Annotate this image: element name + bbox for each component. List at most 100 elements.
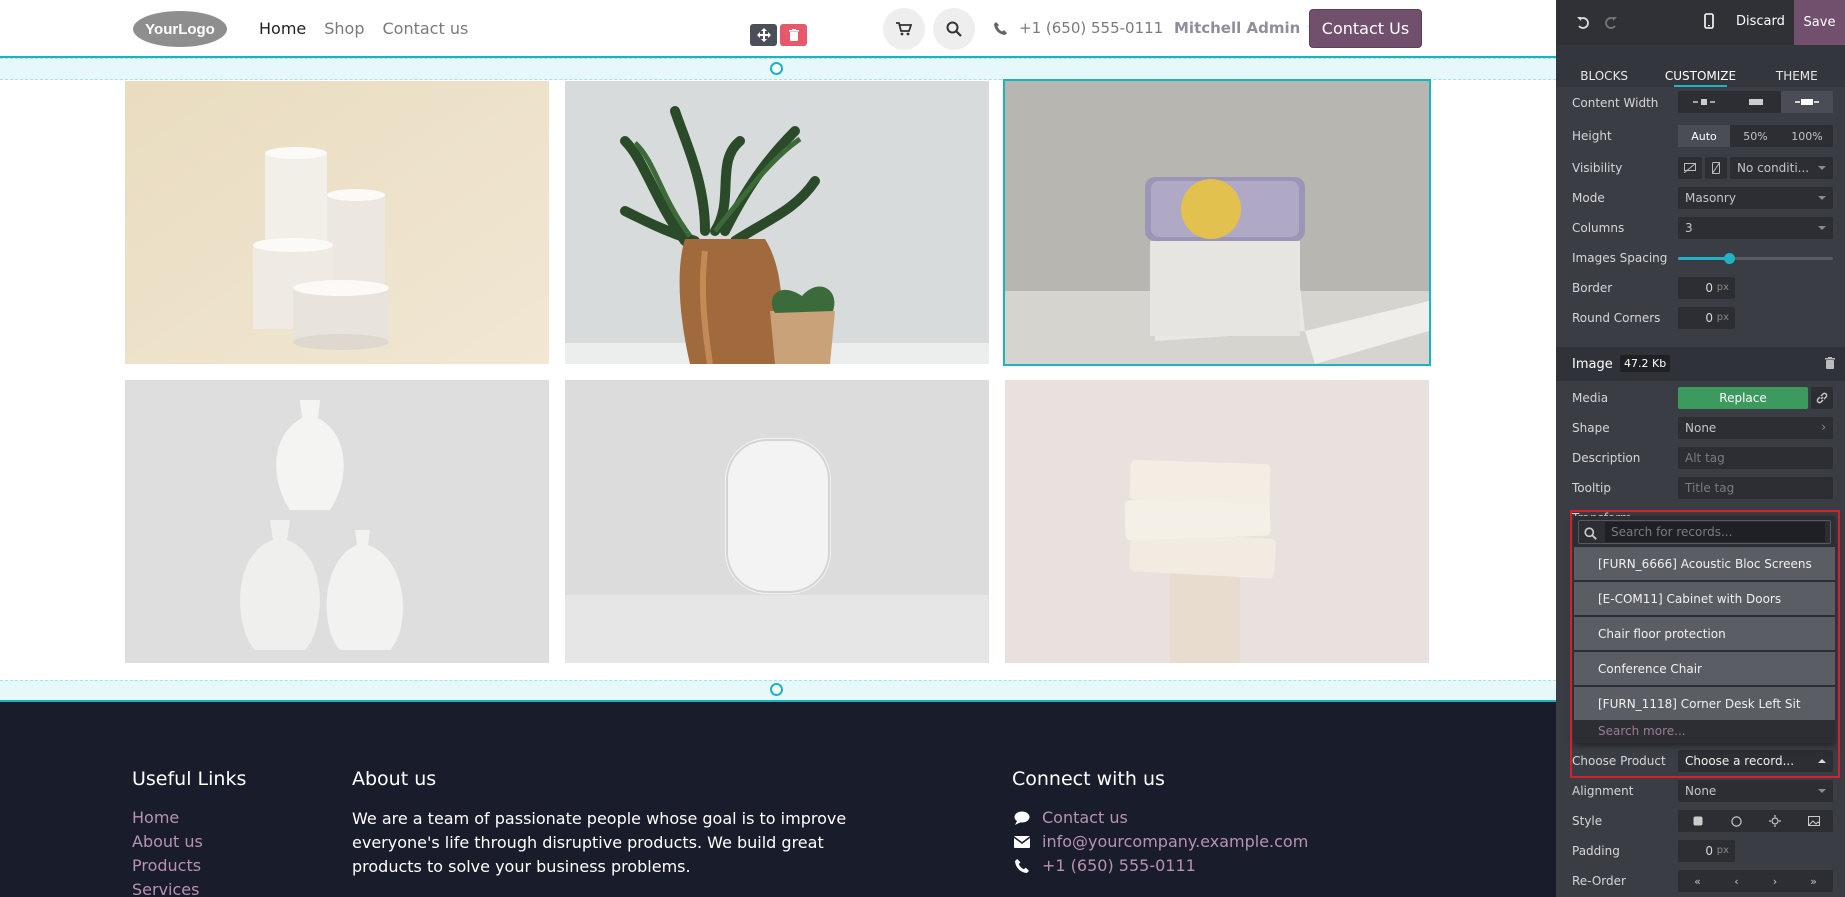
style-thumbnail-icon[interactable]: [1794, 810, 1833, 832]
mobile-preview-icon[interactable]: [1704, 13, 1714, 32]
visibility-select[interactable]: No conditi...: [1730, 157, 1833, 179]
tab-customize[interactable]: CUSTOMIZE: [1652, 45, 1748, 87]
header-phone-text: +1 (650) 555-0111: [1019, 19, 1164, 37]
record-option[interactable]: Conference Chair: [1574, 651, 1835, 685]
height-50[interactable]: 50%: [1730, 125, 1781, 147]
resize-handle-bottom[interactable]: [770, 683, 783, 696]
redo-icon[interactable]: [1601, 13, 1621, 33]
save-button[interactable]: Save: [1794, 0, 1845, 45]
search-icon: [1584, 525, 1597, 544]
height-label: Height: [1572, 129, 1612, 143]
logo-text: YourLogo: [145, 21, 215, 38]
description-input[interactable]: Alt tag: [1678, 447, 1833, 469]
mode-label: Mode: [1572, 191, 1605, 205]
mode-select[interactable]: Masonry: [1678, 187, 1833, 209]
nav-shop[interactable]: Shop: [324, 19, 364, 38]
connect-email[interactable]: info@yourcompany.example.com: [1014, 832, 1308, 851]
width-small-icon[interactable]: [1678, 91, 1730, 113]
undo-icon[interactable]: [1573, 13, 1593, 33]
footer-link-home[interactable]: Home: [132, 808, 179, 827]
gallery-image-soap[interactable]: [1005, 380, 1429, 663]
alignment-select[interactable]: None: [1678, 780, 1833, 802]
style-shadow-icon[interactable]: [1756, 810, 1794, 832]
move-right-icon[interactable]: ›: [1756, 870, 1794, 892]
record-option[interactable]: [FURN_1118] Corner Desk Left Sit: [1574, 686, 1835, 720]
connect-phone-text: +1 (650) 555-0111: [1042, 856, 1196, 875]
padding-input[interactable]: 0 px: [1678, 840, 1735, 862]
choose-product-select[interactable]: Choose a record...: [1678, 750, 1833, 772]
record-search: [1578, 520, 1831, 544]
width-full-icon[interactable]: [1781, 91, 1833, 113]
connect-contact-text: Contact us: [1042, 808, 1128, 827]
hide-mobile-icon[interactable]: [1705, 157, 1727, 179]
width-regular-icon[interactable]: [1730, 91, 1781, 113]
tooltip-row: Tooltip Title tag: [1556, 475, 1845, 501]
about-text: We are a team of passionate people whose…: [352, 809, 847, 876]
resize-handle-top[interactable]: [770, 62, 783, 75]
site-logo[interactable]: YourLogo: [132, 10, 228, 48]
gallery-image-vases[interactable]: [125, 380, 549, 663]
columns-value: 3: [1685, 221, 1693, 235]
connect-phone[interactable]: +1 (650) 555-0111: [1014, 856, 1196, 875]
move-first-icon[interactable]: «: [1678, 870, 1717, 892]
image-section-title: Image: [1572, 357, 1613, 372]
footer-link-about[interactable]: About us: [132, 832, 203, 851]
border-row: Border 0 px: [1556, 275, 1845, 301]
record-option[interactable]: Chair floor protection: [1574, 616, 1835, 650]
nav-contact[interactable]: Contact us: [383, 19, 469, 38]
tab-blocks[interactable]: BLOCKS: [1556, 45, 1652, 87]
replace-button[interactable]: Replace: [1678, 387, 1808, 409]
move-left-icon[interactable]: ‹: [1717, 870, 1756, 892]
move-last-icon[interactable]: »: [1794, 870, 1833, 892]
cart-button[interactable]: [883, 8, 925, 50]
tab-theme[interactable]: THEME: [1749, 45, 1845, 87]
connect-contact[interactable]: Contact us: [1014, 808, 1128, 827]
shape-select[interactable]: None ›: [1678, 417, 1833, 439]
style-circle-icon[interactable]: [1717, 810, 1756, 832]
media-row: Media Replace: [1556, 385, 1845, 411]
alignment-value: None: [1685, 784, 1717, 798]
header-phone[interactable]: +1 (650) 555-0111: [994, 19, 1163, 37]
footer-link-services[interactable]: Services: [132, 880, 199, 897]
gallery-image-plant[interactable]: [565, 81, 989, 364]
border-input[interactable]: 0 px: [1678, 277, 1735, 299]
columns-label: Columns: [1572, 221, 1625, 235]
record-option[interactable]: [E-COM11] Cabinet with Doors: [1574, 581, 1835, 615]
editor-panel: Discard Save BLOCKS CUSTOMIZE THEME Cont…: [1556, 0, 1845, 897]
search-button[interactable]: [933, 8, 975, 50]
footer-link-products[interactable]: Products: [132, 856, 201, 875]
site-header: YourLogo Home Shop Contact us +1 (650) 5…: [0, 0, 1556, 57]
alignment-row: Alignment None: [1556, 778, 1845, 804]
trash-icon[interactable]: [1825, 357, 1835, 372]
user-menu[interactable]: Mitchell Admin: [1174, 19, 1317, 37]
contact-us-button[interactable]: Contact Us: [1309, 9, 1422, 48]
hide-desktop-icon[interactable]: [1678, 157, 1702, 179]
search-more-link[interactable]: Search more...: [1598, 724, 1686, 738]
link-icon[interactable]: [1811, 387, 1833, 409]
gallery-image-smart-speaker[interactable]: [565, 380, 989, 663]
gallery-image-speaker[interactable]: [1003, 79, 1431, 366]
spacing-slider-track[interactable]: [1678, 253, 1833, 264]
move-handle-icon[interactable]: [750, 24, 777, 46]
spacing-label: Images Spacing: [1572, 251, 1668, 265]
tooltip-label: Tooltip: [1572, 481, 1611, 495]
discard-button[interactable]: Discard: [1736, 14, 1785, 29]
delete-snippet-icon[interactable]: [780, 24, 807, 46]
chat-icon: [1014, 811, 1030, 825]
cart-icon: [896, 22, 912, 36]
gallery-image-cylinders[interactable]: [125, 81, 549, 364]
visibility-value: No conditi...: [1737, 161, 1810, 175]
nav-home[interactable]: Home: [259, 19, 306, 38]
tooltip-placeholder: Title tag: [1685, 481, 1735, 495]
record-option[interactable]: [FURN_6666] Acoustic Bloc Screens: [1574, 546, 1835, 580]
style-rounded-icon[interactable]: [1678, 810, 1717, 832]
image-section-header: Image 47.2 Kb: [1556, 347, 1845, 381]
height-auto[interactable]: Auto: [1678, 125, 1730, 147]
choose-product-label: Choose Product: [1572, 754, 1666, 768]
tooltip-input[interactable]: Title tag: [1678, 477, 1833, 499]
spacing-slider-knob[interactable]: [1724, 253, 1736, 264]
round-corners-input[interactable]: 0 px: [1678, 307, 1735, 329]
height-100[interactable]: 100%: [1781, 125, 1833, 147]
columns-select[interactable]: 3: [1678, 217, 1833, 239]
record-search-input[interactable]: [1605, 522, 1825, 542]
